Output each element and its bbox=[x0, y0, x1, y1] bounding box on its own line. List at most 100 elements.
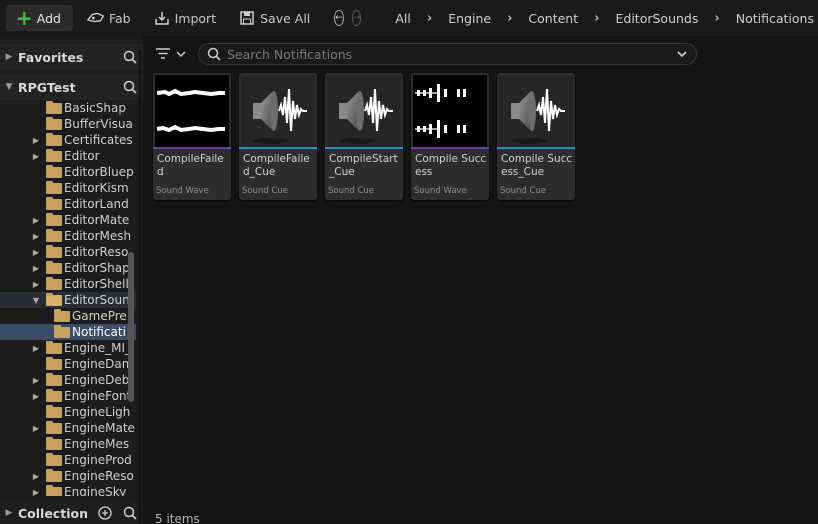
folder-tree-item[interactable]: EngineProd bbox=[0, 452, 136, 468]
breadcrumb-item-notifications[interactable]: Notifications bbox=[728, 11, 818, 26]
folder-tree-item[interactable]: ▼ EditorSoun bbox=[0, 292, 136, 308]
folder-tree-item[interactable]: ▶ EngineMate bbox=[0, 420, 136, 436]
asset-tile[interactable]: CompileFailed_Cue Sound Cue bbox=[239, 73, 317, 200]
add-button[interactable]: + Add bbox=[6, 5, 73, 31]
folder-tree-item[interactable]: Notificati bbox=[0, 324, 136, 340]
folder-icon bbox=[46, 372, 62, 386]
breadcrumb: All › Engine › Content › EditorSounds › … bbox=[387, 0, 818, 36]
search-box[interactable] bbox=[198, 43, 697, 65]
folder-icon bbox=[46, 196, 62, 210]
forward-arrow-icon[interactable]: → bbox=[351, 10, 362, 26]
folder-icon bbox=[46, 228, 62, 242]
asset-name: CompileStart_Cue bbox=[329, 153, 398, 178]
breadcrumb-item-content[interactable]: Content bbox=[520, 11, 586, 26]
folder-tree-item[interactable]: EditorLand bbox=[0, 196, 136, 212]
folder-icon bbox=[46, 436, 62, 450]
folder-label: EditorLand bbox=[64, 197, 129, 211]
collapse-arrow-icon[interactable]: ▼ bbox=[0, 82, 18, 92]
expand-arrow-icon[interactable]: ▶ bbox=[0, 508, 18, 518]
fab-icon bbox=[86, 9, 105, 27]
folder-icon bbox=[46, 452, 62, 466]
folder-tree-item[interactable]: EngineDam bbox=[0, 356, 136, 372]
folder-tree-item[interactable]: EngineMes bbox=[0, 436, 136, 452]
folder-tree-item[interactable]: ▶ Editor bbox=[0, 148, 136, 164]
breadcrumb-item-editorsounds[interactable]: EditorSounds bbox=[608, 11, 707, 26]
expand-arrow-icon[interactable]: ▶ bbox=[0, 52, 18, 62]
asset-name: CompileFailed_Cue bbox=[243, 153, 310, 178]
asset-tile[interactable]: CompileStart_Cue Sound Cue bbox=[325, 73, 403, 200]
expand-arrow-icon[interactable]: ▶ bbox=[30, 488, 42, 497]
tree-scrollbar[interactable] bbox=[128, 252, 134, 402]
expand-arrow-icon[interactable]: ▶ bbox=[30, 248, 42, 257]
folder-tree-item[interactable]: ▶ EngineSky bbox=[0, 484, 136, 496]
expand-arrow-icon[interactable]: ▶ bbox=[30, 136, 42, 145]
expand-arrow-icon[interactable]: ▶ bbox=[30, 264, 42, 273]
collection-header[interactable]: ▶ Collection bbox=[0, 500, 143, 524]
folder-tree-item[interactable]: ▶ EditorShap bbox=[0, 260, 136, 276]
chevron-right-icon[interactable]: › bbox=[586, 11, 607, 26]
expand-arrow-icon[interactable]: ▶ bbox=[30, 424, 42, 433]
folder-tree-item[interactable]: ▶ Certificates bbox=[0, 132, 136, 148]
chevron-right-icon[interactable]: › bbox=[419, 11, 440, 26]
expand-arrow-icon[interactable]: ▶ bbox=[30, 344, 42, 353]
folder-tree-item[interactable]: ▶ EditorReso bbox=[0, 244, 136, 260]
expand-arrow-icon[interactable]: ▶ bbox=[30, 376, 42, 385]
folder-tree-item[interactable]: EngineLigh bbox=[0, 404, 136, 420]
folder-label: EngineReso bbox=[64, 469, 134, 483]
folder-tree-item[interactable]: ▶ EditorShell bbox=[0, 276, 136, 292]
favorites-header[interactable]: ▶ Favorites bbox=[0, 44, 143, 70]
folder-tree-item[interactable]: BufferVisua bbox=[0, 116, 136, 132]
folder-label: GamePre bbox=[72, 309, 127, 323]
folder-tree-item[interactable]: ▶ EngineDeb bbox=[0, 372, 136, 388]
breadcrumb-item-all[interactable]: All bbox=[387, 11, 419, 26]
expand-arrow-icon[interactable]: ▶ bbox=[30, 232, 42, 241]
chevron-right-icon[interactable]: › bbox=[706, 11, 727, 26]
search-input[interactable] bbox=[227, 46, 667, 62]
content-browser: + Add Fab Import Save All ← → All › Engi… bbox=[0, 0, 818, 524]
add-collection-icon[interactable] bbox=[93, 506, 117, 520]
folder-label: Editor bbox=[64, 149, 100, 163]
folder-tree-item[interactable]: ▶ EditorMate bbox=[0, 212, 136, 228]
import-icon bbox=[153, 9, 171, 27]
collapse-arrow-icon[interactable]: ▼ bbox=[30, 296, 42, 305]
folder-tree-item[interactable]: EditorKism bbox=[0, 180, 136, 196]
folder-label: Engine_MI_ bbox=[64, 341, 132, 355]
filter-icon bbox=[156, 48, 186, 59]
expand-arrow-icon[interactable]: ▶ bbox=[30, 472, 42, 481]
chevron-down-icon[interactable] bbox=[676, 48, 688, 63]
panel-splitter[interactable] bbox=[139, 50, 141, 524]
folder-label: BufferVisua bbox=[64, 117, 133, 131]
folder-label: EditorShap bbox=[64, 261, 130, 275]
folder-tree-item[interactable]: ▶ Engine_MI_ bbox=[0, 340, 136, 356]
save-all-button[interactable]: Save All bbox=[230, 5, 318, 31]
project-header[interactable]: ▼ RPGTest bbox=[0, 74, 143, 100]
folder-label: EngineSky bbox=[64, 485, 127, 496]
folder-tree-item[interactable]: ▶ EngineReso bbox=[0, 468, 136, 484]
expand-arrow-icon[interactable]: ▶ bbox=[30, 280, 42, 289]
folder-tree-item[interactable]: GamePre bbox=[0, 308, 136, 324]
folder-label: EngineFont bbox=[64, 389, 132, 403]
asset-tile[interactable]: Compile Success_Cue Sound Cue bbox=[497, 73, 575, 200]
search-icon bbox=[207, 47, 221, 61]
filter-button[interactable] bbox=[155, 47, 189, 61]
folder-tree-item[interactable]: ▶ EditorMesh bbox=[0, 228, 136, 244]
fab-label: Fab bbox=[108, 10, 131, 26]
folder-tree-item[interactable]: ▶ EngineFont bbox=[0, 388, 136, 404]
expand-arrow-icon[interactable]: ▶ bbox=[30, 216, 42, 225]
fab-button[interactable]: Fab bbox=[79, 5, 139, 31]
breadcrumb-item-engine[interactable]: Engine bbox=[440, 11, 499, 26]
asset-tile[interactable]: Compile Success Sound Wave bbox=[411, 73, 489, 200]
folder-tree-item[interactable]: EditorBluep bbox=[0, 164, 136, 180]
import-button[interactable]: Import bbox=[145, 5, 225, 31]
item-count: 5 items bbox=[155, 512, 200, 524]
sound-cue-thumbnail bbox=[327, 75, 401, 147]
expand-arrow-icon[interactable]: ▶ bbox=[30, 392, 42, 401]
chevron-right-icon[interactable]: › bbox=[499, 11, 520, 26]
back-arrow-icon[interactable]: ← bbox=[334, 10, 344, 26]
expand-arrow-icon[interactable]: ▶ bbox=[30, 152, 42, 161]
folder-label: EditorMate bbox=[64, 213, 130, 227]
asset-type: Sound Wave bbox=[156, 186, 209, 196]
asset-tile[interactable]: CompileFailed Sound Wave bbox=[153, 73, 231, 200]
folder-tree-item[interactable]: BasicShap bbox=[0, 100, 136, 116]
collection-label: Collection bbox=[18, 505, 88, 521]
